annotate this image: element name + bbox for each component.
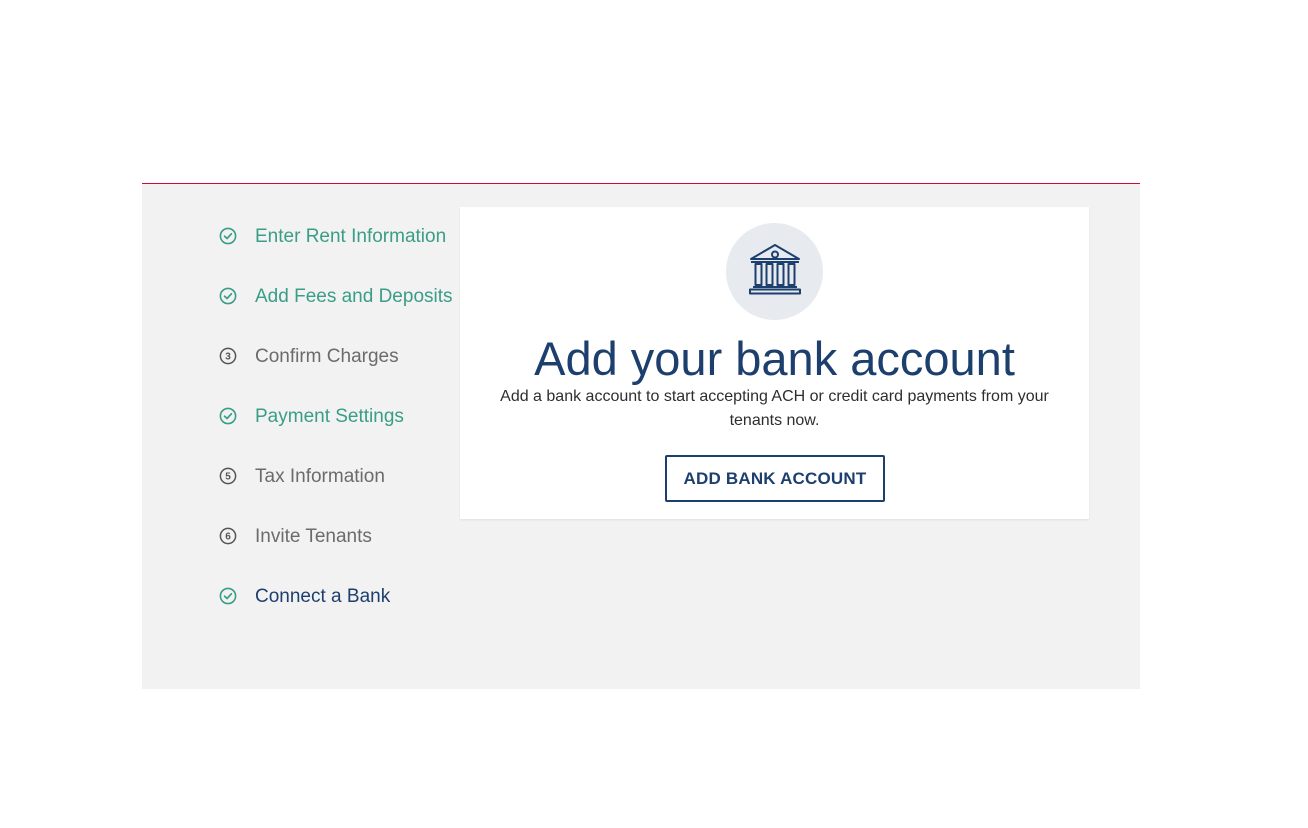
step-label: Tax Information xyxy=(255,465,385,487)
step-add-fees-and-deposits[interactable]: Add Fees and Deposits xyxy=(218,266,453,326)
step-number: 5 xyxy=(225,472,231,483)
step-connect-a-bank[interactable]: Connect a Bank xyxy=(218,566,453,626)
step-label: Add Fees and Deposits xyxy=(255,285,453,307)
check-circle-icon xyxy=(218,586,238,606)
check-circle-icon xyxy=(218,226,238,246)
step-label: Connect a Bank xyxy=(255,585,391,607)
step-number: 6 xyxy=(225,532,231,543)
step-list: Enter Rent Information Add Fees and Depo… xyxy=(218,206,453,626)
step-label: Enter Rent Information xyxy=(255,225,447,247)
step-number-icon: 5 xyxy=(218,466,238,486)
step-number-icon: 6 xyxy=(218,526,238,546)
card-description: Add a bank account to start accepting AC… xyxy=(500,388,1049,429)
step-tax-information[interactable]: 5 Tax Information xyxy=(218,446,453,506)
step-label: Payment Settings xyxy=(255,405,404,427)
step-payment-settings[interactable]: Payment Settings xyxy=(218,386,453,446)
check-circle-icon xyxy=(218,406,238,426)
bank-icon xyxy=(747,242,803,301)
step-enter-rent-information[interactable]: Enter Rent Information xyxy=(218,206,453,266)
onboarding-panel: Enter Rent Information Add Fees and Depo… xyxy=(142,183,1140,689)
step-confirm-charges[interactable]: 3 Confirm Charges xyxy=(218,326,453,386)
step-number: 3 xyxy=(225,352,231,363)
add-bank-account-button[interactable]: ADD BANK ACCOUNT xyxy=(665,455,885,502)
check-circle-icon xyxy=(218,286,238,306)
step-number-icon: 3 xyxy=(218,346,238,366)
card-title: Add your bank account xyxy=(534,332,1015,385)
step-label: Invite Tenants xyxy=(255,525,372,547)
bank-icon-badge xyxy=(726,223,823,320)
step-label: Confirm Charges xyxy=(255,345,399,367)
step-invite-tenants[interactable]: 6 Invite Tenants xyxy=(218,506,453,566)
page: Enter Rent Information Add Fees and Depo… xyxy=(0,0,1308,828)
add-bank-card: Add your bank account Add a bank account… xyxy=(460,207,1089,519)
